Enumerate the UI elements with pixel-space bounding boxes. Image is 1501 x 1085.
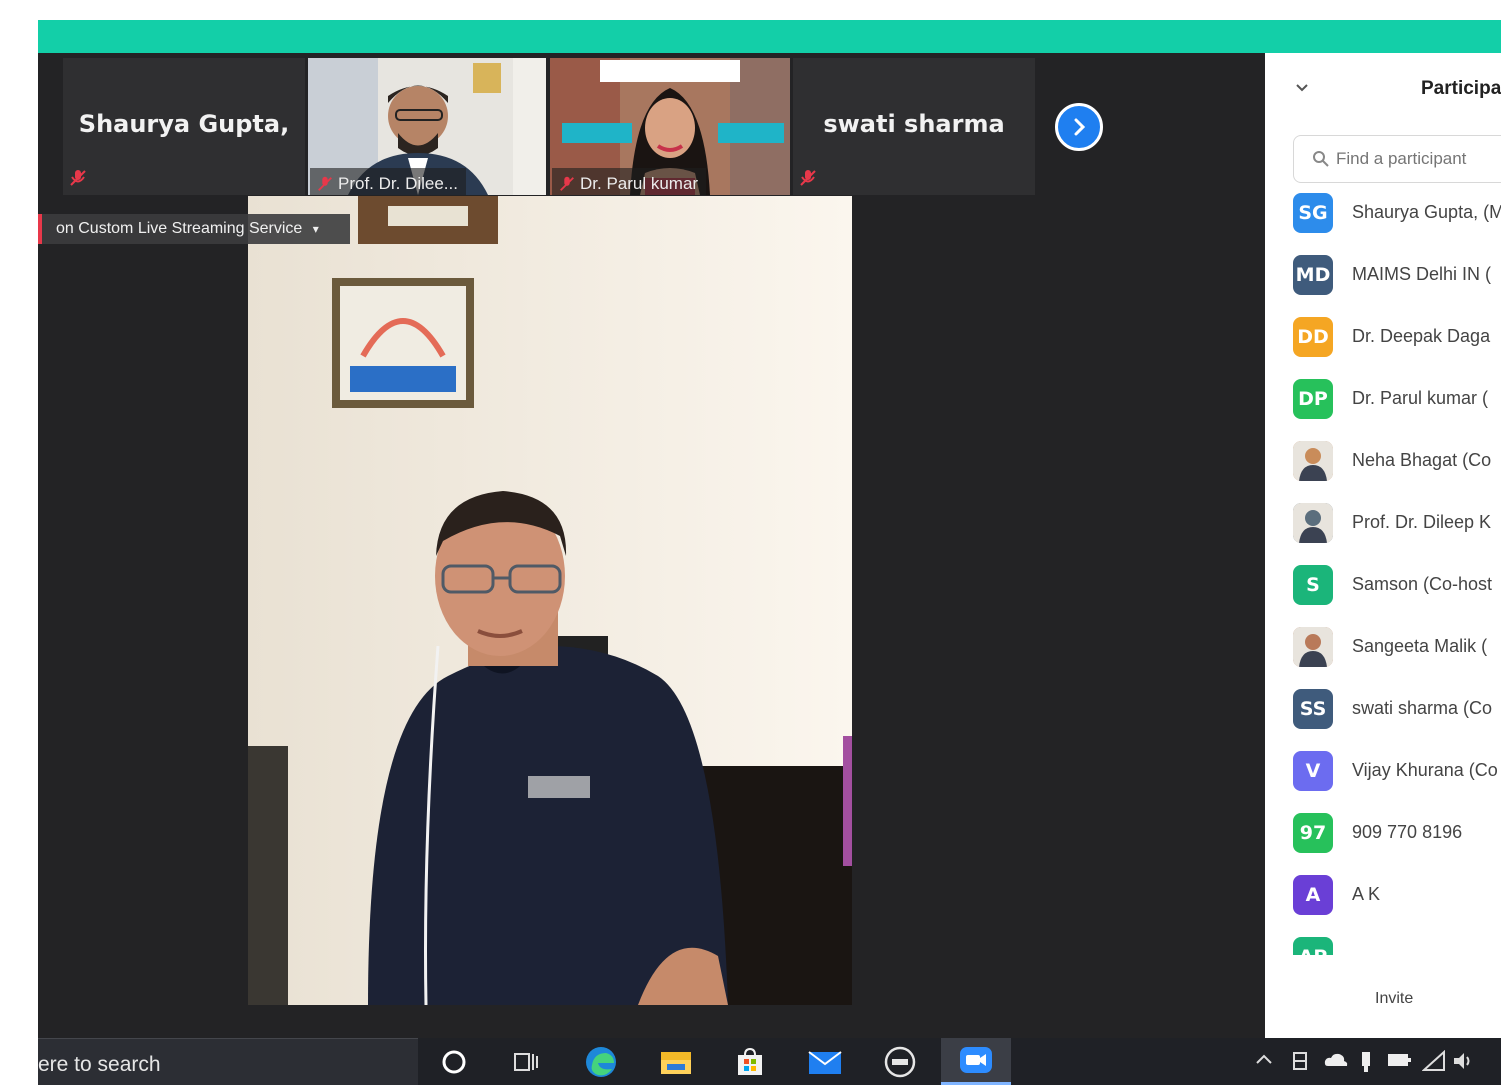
participant-row[interactable]: 97 909 770 8196	[1265, 805, 1501, 863]
participant-name: Sangeeta Malik (	[1352, 636, 1488, 656]
participant-name: Shaurya Gupta,	[78, 110, 290, 138]
mic-muted-icon	[318, 176, 332, 191]
participant-name: swati sharma	[823, 110, 1005, 138]
avatar-initials: V	[1305, 760, 1321, 782]
participant-row[interactable]: DD Dr. Deepak Daga	[1265, 309, 1501, 367]
participant-name: Neha Bhagat (Co	[1352, 450, 1492, 470]
mic-muted-icon	[560, 176, 574, 191]
participant-name: swati sharma (Co	[1352, 698, 1493, 718]
participant-avatar-photo	[1293, 627, 1333, 667]
participant-list: SG Shaurya Gupta, (M MD MAIMS Delhi IN (DD D…	[1265, 185, 1501, 955]
search-input[interactable]	[1336, 149, 1496, 169]
participant-name: A K	[1352, 884, 1381, 904]
next-page-button[interactable]	[1055, 103, 1103, 151]
participant-avatar-photo	[1293, 503, 1333, 543]
participant-avatar: DD	[1293, 317, 1333, 357]
chevron-right-icon	[1074, 118, 1086, 136]
participant-avatar: AP	[1293, 937, 1333, 955]
volume-icon[interactable]	[1451, 1050, 1475, 1072]
participant-avatar: SG	[1293, 193, 1333, 233]
task-view-icon[interactable]	[504, 1044, 548, 1080]
active-speaker-video	[248, 196, 852, 1005]
edge-icon[interactable]	[579, 1044, 623, 1080]
participant-name: Prof. Dr. Dileep K	[1352, 512, 1492, 532]
avatar-initials: SS	[1299, 698, 1327, 720]
participant-avatar: MD	[1293, 255, 1333, 295]
participant-avatar: V	[1293, 751, 1333, 791]
panel-header: Participa	[1265, 53, 1501, 123]
mail-icon[interactable]	[803, 1044, 847, 1080]
participant-name: Shaurya Gupta, (M	[1352, 202, 1501, 222]
gallery-tile-prof-dileep[interactable]: Prof. Dr. Dilee...	[308, 58, 546, 195]
windows-taskbar: ere to search	[38, 1038, 1501, 1085]
chevron-down-icon[interactable]	[1295, 83, 1309, 93]
participant-row[interactable]: Neha Bhagat (Co	[1265, 433, 1501, 491]
participant-name: Dr. Deepak Daga	[1352, 326, 1491, 346]
speaker-video-frame	[248, 196, 852, 1005]
participant-name: Dr. Parul kumar	[580, 173, 699, 193]
participants-panel: Participa SG Shaurya Gupta, (M MD MAIMS Del…	[1265, 53, 1501, 1038]
usb-icon[interactable]	[1358, 1050, 1374, 1074]
participant-avatar: 97	[1293, 813, 1333, 853]
zoom-icon[interactable]	[941, 1038, 1011, 1085]
participant-row[interactable]: S Samson (Co-host	[1265, 557, 1501, 615]
participant-avatar: S	[1293, 565, 1333, 605]
participant-search[interactable]	[1293, 135, 1501, 183]
streaming-text: on Custom Live Streaming Service	[56, 220, 303, 237]
participant-row[interactable]: V Vijay Khurana (Co	[1265, 743, 1501, 801]
onedrive-icon[interactable]	[1323, 1050, 1349, 1070]
participant-name: Dr. Parul kumar (	[1352, 388, 1489, 408]
participant-row[interactable]: SS swati sharma (Co	[1265, 681, 1501, 739]
avatar-initials: AP	[1299, 946, 1328, 955]
screen: Shaurya Gupta, Prof. Dr. Dilee... Dr. Pa…	[38, 20, 1501, 1085]
participant-name: Vijay Khurana (Co	[1352, 760, 1498, 780]
participant-name: Prof. Dr. Dilee...	[338, 173, 458, 193]
participant-avatar: DP	[1293, 379, 1333, 419]
dell-icon[interactable]	[878, 1044, 922, 1080]
participant-caption: Prof. Dr. Dilee...	[310, 168, 466, 195]
participant-row[interactable]: Prof. Dr. Dileep K	[1265, 495, 1501, 553]
participant-avatar: A	[1293, 875, 1333, 915]
avatar-initials: S	[1306, 574, 1320, 596]
participant-caption: Dr. Parul kumar	[552, 168, 707, 195]
participant-row[interactable]: AA K	[1265, 867, 1501, 925]
live-streaming-label[interactable]: on Custom Live Streaming Service ▾	[38, 214, 350, 244]
search-icon	[1313, 151, 1329, 167]
meeting-stage: Shaurya Gupta, Prof. Dr. Dilee... Dr. Pa…	[38, 53, 1265, 1038]
participant-avatar: SS	[1293, 689, 1333, 729]
avatar-initials: DD	[1297, 326, 1329, 348]
participant-row[interactable]: MD MAIMS Delhi IN (	[1265, 247, 1501, 305]
participant-name: MAIMS Delhi IN (	[1352, 264, 1492, 284]
participant-avatar-photo	[1293, 441, 1333, 481]
invite-button[interactable]: Invite	[1375, 990, 1413, 1008]
avatar-initials: DP	[1298, 388, 1328, 410]
touchpad-icon[interactable]	[1291, 1050, 1309, 1072]
file-explorer-icon[interactable]	[654, 1044, 698, 1080]
participant-row[interactable]: DP Dr. Parul kumar (	[1265, 371, 1501, 429]
zoom-top-bar	[38, 20, 1501, 53]
participant-row[interactable]: AP	[1265, 929, 1501, 955]
show-hidden-icons-icon[interactable]	[1254, 1050, 1274, 1070]
mic-muted-icon	[800, 170, 816, 186]
cortana-icon[interactable]	[432, 1044, 476, 1080]
gallery-tile-parul[interactable]: Dr. Parul kumar	[550, 58, 790, 195]
gallery-tile-shaurya[interactable]: Shaurya Gupta,	[63, 58, 305, 195]
taskbar-search-text: ere to search	[38, 1053, 161, 1076]
mic-muted-icon	[70, 170, 86, 186]
participant-row[interactable]: Sangeeta Malik (	[1265, 619, 1501, 677]
avatar-initials: SG	[1298, 202, 1328, 224]
store-icon[interactable]	[728, 1044, 772, 1080]
participant-name: 909 770 8196	[1352, 822, 1463, 842]
participant-row[interactable]: SG Shaurya Gupta, (M	[1265, 185, 1501, 243]
battery-icon[interactable]	[1386, 1050, 1412, 1070]
avatar-initials: 97	[1299, 822, 1327, 844]
dropdown-icon: ▾	[312, 222, 319, 236]
avatar-initials: MD	[1295, 264, 1331, 286]
taskbar-search-box[interactable]: ere to search	[38, 1038, 418, 1085]
wifi-icon[interactable]	[1422, 1050, 1446, 1072]
panel-title: Participa	[1421, 78, 1501, 99]
participant-name: Samson (Co-host	[1352, 574, 1493, 594]
gallery-tile-swati[interactable]: swati sharma	[793, 58, 1035, 195]
avatar-initials: A	[1305, 884, 1321, 906]
